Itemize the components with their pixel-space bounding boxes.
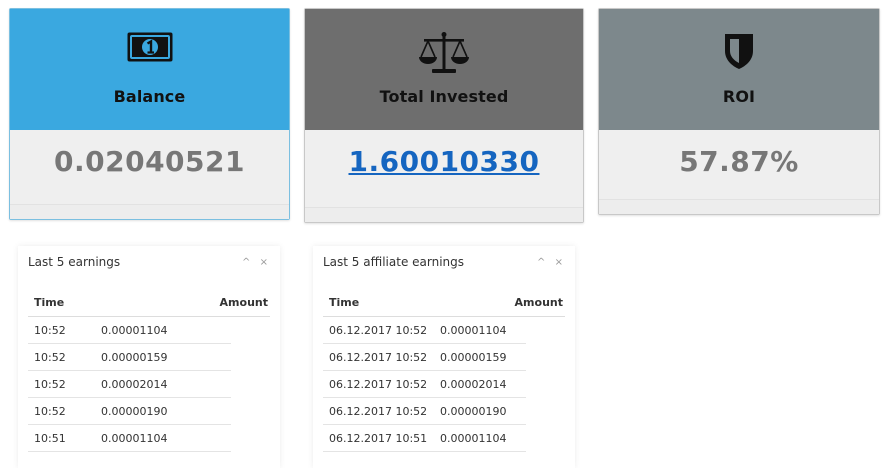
table-row: 10:52 0.00001104 xyxy=(28,317,231,344)
balance-value: 0.02040521 xyxy=(54,145,245,178)
balance-card: Balance 0.02040521 xyxy=(9,8,290,220)
row-time: 06.12.2017 10:51 xyxy=(329,432,428,445)
banknote-icon xyxy=(10,31,289,75)
row-amount: 0.00000159 xyxy=(101,351,168,364)
affiliate-table-header: Time Amount xyxy=(323,294,565,317)
row-time: 06.12.2017 10:52 xyxy=(329,351,428,364)
affiliate-earnings-panel: Last 5 affiliate earnings ^ × Time Amoun… xyxy=(313,246,575,468)
total-invested-card: Total Invested 1.60010330 xyxy=(304,8,584,223)
row-amount: 0.00000159 xyxy=(440,351,507,364)
table-row: 06.12.2017 10:51 0.00001104 xyxy=(323,425,526,452)
column-header-amount: Amount xyxy=(219,296,268,309)
row-time: 10:52 xyxy=(34,378,66,391)
row-time: 10:52 xyxy=(34,324,66,337)
row-amount: 0.00001104 xyxy=(440,324,507,337)
roi-card-header: ROI xyxy=(599,9,879,130)
earnings-panel-controls: ^ × xyxy=(236,257,268,268)
column-header-amount: Amount xyxy=(514,296,563,309)
affiliate-panel-controls: ^ × xyxy=(531,257,563,268)
collapse-icon[interactable]: ^ xyxy=(242,257,250,268)
total-invested-title: Total Invested xyxy=(379,87,509,106)
row-amount: 0.00001104 xyxy=(101,324,168,337)
table-row: 10:52 0.00002014 xyxy=(28,371,231,398)
table-row: 10:52 0.00000190 xyxy=(28,398,231,425)
scales-icon xyxy=(305,31,583,75)
row-time: 10:52 xyxy=(34,351,66,364)
close-icon[interactable]: × xyxy=(555,257,563,268)
shield-icon xyxy=(599,31,879,75)
row-amount: 0.00000190 xyxy=(101,405,168,418)
row-amount: 0.00000190 xyxy=(440,405,507,418)
row-time: 06.12.2017 10:52 xyxy=(329,324,428,337)
balance-title: Balance xyxy=(113,87,186,106)
roi-title: ROI xyxy=(722,87,756,106)
earnings-panel: Last 5 earnings ^ × Time Amount 10:52 0.… xyxy=(18,246,280,468)
earnings-panel-title: Last 5 earnings xyxy=(28,255,121,269)
row-time: 06.12.2017 10:52 xyxy=(329,378,428,391)
row-time: 10:51 xyxy=(34,432,66,445)
column-header-time: Time xyxy=(329,296,360,309)
row-amount: 0.00002014 xyxy=(101,378,168,391)
table-row: 06.12.2017 10:52 0.00001104 xyxy=(323,317,526,344)
row-time: 06.12.2017 10:52 xyxy=(329,405,428,418)
roi-card-footer xyxy=(599,199,879,214)
total-invested-card-footer xyxy=(305,207,583,222)
balance-card-header: Balance xyxy=(10,9,289,130)
total-invested-card-header: Total Invested xyxy=(305,9,583,130)
earnings-table-header: Time Amount xyxy=(28,294,270,317)
close-icon[interactable]: × xyxy=(260,257,268,268)
table-row: 10:52 0.00000159 xyxy=(28,344,231,371)
roi-value: 57.87% xyxy=(679,145,799,178)
table-row: 06.12.2017 10:52 0.00002014 xyxy=(323,371,526,398)
total-invested-value-link[interactable]: 1.60010330 xyxy=(305,145,583,178)
collapse-icon[interactable]: ^ xyxy=(537,257,545,268)
row-amount: 0.00001104 xyxy=(440,432,507,445)
table-row: 06.12.2017 10:52 0.00000159 xyxy=(323,344,526,371)
row-amount: 0.00002014 xyxy=(440,378,507,391)
column-header-time: Time xyxy=(34,296,65,309)
table-row: 06.12.2017 10:52 0.00000190 xyxy=(323,398,526,425)
roi-card: ROI 57.87% xyxy=(598,8,880,215)
balance-card-footer xyxy=(10,204,289,219)
affiliate-panel-title: Last 5 affiliate earnings xyxy=(323,255,465,269)
row-time: 10:52 xyxy=(34,405,66,418)
row-amount: 0.00001104 xyxy=(101,432,168,445)
table-row: 10:51 0.00001104 xyxy=(28,425,231,452)
